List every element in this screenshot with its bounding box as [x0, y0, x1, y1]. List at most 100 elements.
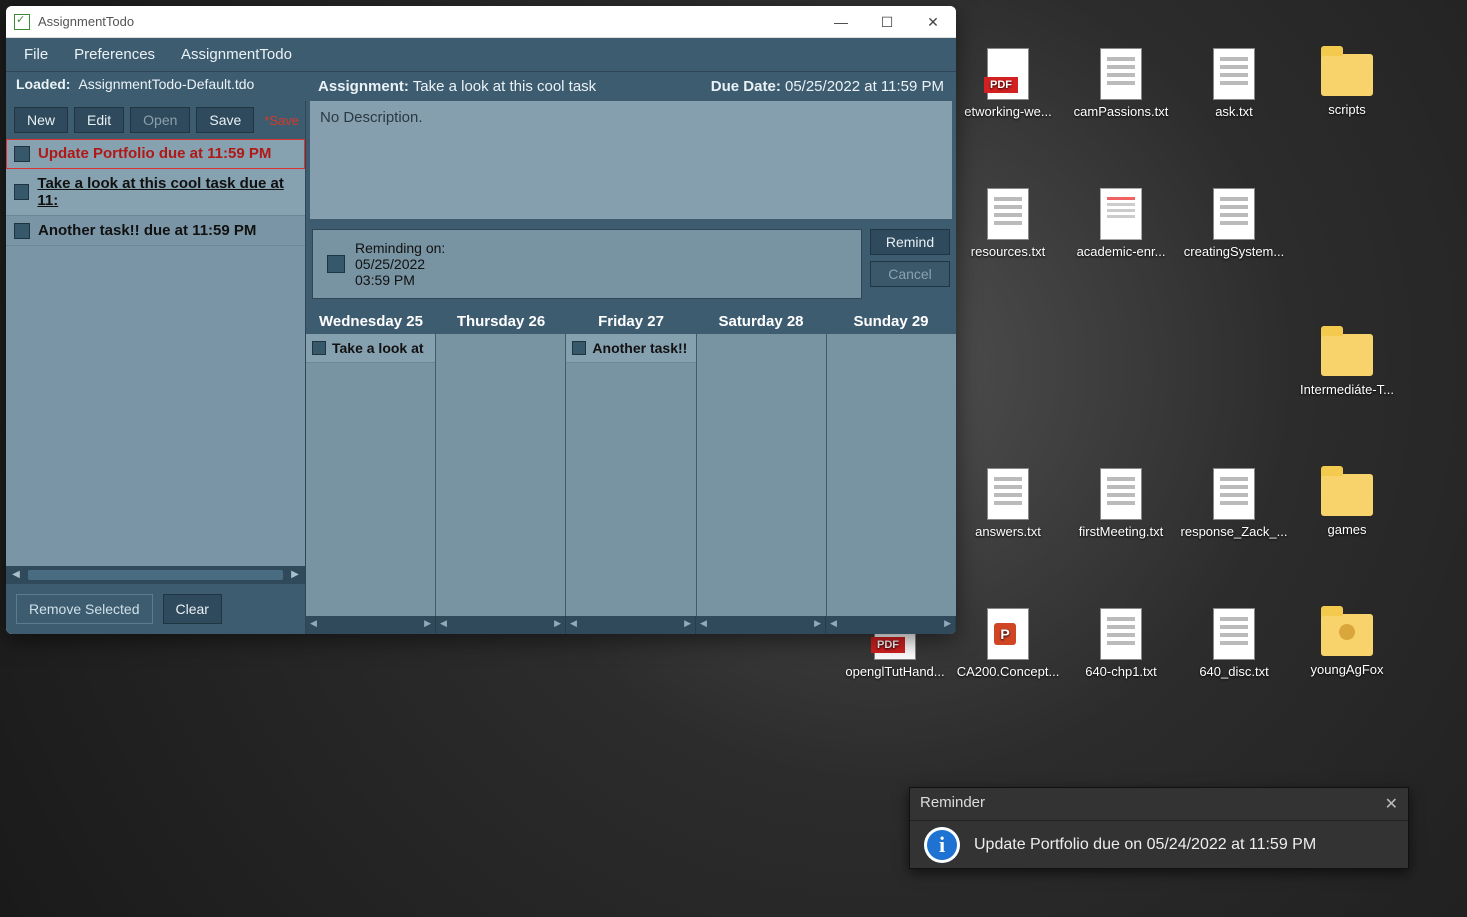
description-box[interactable]: No Description. — [310, 101, 952, 219]
reminder-toast[interactable]: Reminder ✕ Update Portfolio due on 05/24… — [909, 787, 1409, 869]
desktop-icon[interactable]: Intermediáte-T... — [1292, 328, 1402, 397]
loaded-bar: Loaded: AssignmentTodo-Default.tdo — [6, 72, 306, 96]
minimize-button[interactable]: — — [818, 6, 864, 38]
cancel-reminder-button[interactable]: Cancel — [870, 261, 950, 287]
task-label: Take a look at this cool task due at 11: — [37, 175, 297, 209]
toast-close-button[interactable]: ✕ — [1385, 794, 1398, 814]
day-header: Friday 27 — [566, 309, 696, 334]
new-button[interactable]: New — [14, 107, 68, 133]
titlebar: AssignmentTodo — ☐ ✕ — [6, 6, 956, 38]
desktop-icon[interactable]: ask.txt — [1179, 48, 1289, 119]
menu-about[interactable]: AssignmentTodo — [181, 46, 292, 63]
desktop-icon[interactable]: creatingSystem... — [1179, 188, 1289, 259]
menu-preferences[interactable]: Preferences — [74, 46, 155, 63]
app-icon — [14, 14, 30, 30]
reminder-line2: 05/25/2022 — [355, 256, 445, 272]
task-item[interactable]: Update Portfolio due at 11:59 PM — [6, 139, 305, 169]
desktop-icon-label: camPassions.txt — [1066, 104, 1176, 119]
window-title: AssignmentTodo — [38, 14, 134, 29]
task-checkbox[interactable] — [14, 146, 30, 162]
open-button[interactable]: Open — [130, 107, 190, 133]
desktop-icon-label: response_Zack_... — [1179, 524, 1289, 539]
close-button[interactable]: ✕ — [910, 6, 956, 38]
desktop-icon-label: creatingSystem... — [1179, 244, 1289, 259]
desktop-icon[interactable]: scripts — [1292, 48, 1402, 117]
day-header: Thursday 26 — [436, 309, 566, 334]
txt-icon — [1100, 608, 1142, 660]
desktop-icon-label: scripts — [1292, 102, 1402, 117]
due-date-label: Due Date: — [711, 78, 781, 95]
day-column[interactable] — [436, 334, 566, 616]
desktop-icon-label: etworking-we... — [953, 104, 1063, 119]
desktop-icon-label: CA200.Concept... — [953, 664, 1063, 679]
desktop-icon-label: ask.txt — [1179, 104, 1289, 119]
desktop-icon[interactable]: youngAgFox — [1292, 608, 1402, 677]
task-checkbox[interactable] — [14, 223, 30, 239]
right-panel: No Description. Reminding on: 05/25/2022… — [306, 101, 956, 634]
day-scrollbar[interactable] — [306, 616, 436, 634]
day-column[interactable]: Another task!! — [566, 334, 696, 616]
event-checkbox[interactable] — [572, 341, 586, 355]
desktop-icon[interactable]: answers.txt — [953, 468, 1063, 539]
txt-icon — [1213, 468, 1255, 520]
desktop-icon[interactable]: 640_disc.txt — [1179, 608, 1289, 679]
task-list-scrollbar[interactable]: ◀ ▶ — [6, 566, 305, 584]
desktop-icon[interactable]: games — [1292, 468, 1402, 537]
desktop-icon[interactable]: camPassions.txt — [1066, 48, 1176, 119]
day-scrollbar[interactable] — [566, 616, 696, 634]
reminder-box[interactable]: Reminding on: 05/25/2022 03:59 PM — [312, 229, 862, 299]
loaded-file: AssignmentTodo-Default.tdo — [78, 76, 254, 92]
txt-icon — [1100, 468, 1142, 520]
scroll-left-icon[interactable]: ◀ — [10, 569, 22, 581]
desktop-icon[interactable]: CA200.Concept... — [953, 608, 1063, 679]
day-scrollbar[interactable] — [436, 616, 566, 634]
task-item[interactable]: Another task!! due at 11:59 PM — [6, 216, 305, 246]
desktop-icon-label: answers.txt — [953, 524, 1063, 539]
task-item[interactable]: Take a look at this cool task due at 11: — [6, 169, 305, 216]
event-checkbox[interactable] — [312, 341, 326, 355]
remind-button[interactable]: Remind — [870, 229, 950, 255]
calendar-header: Wednesday 25Thursday 26Friday 27Saturday… — [306, 309, 956, 334]
reminder-buttons: Remind Cancel — [870, 229, 950, 299]
calendar-event[interactable]: Take a look at — [306, 334, 435, 363]
desktop-icon[interactable]: 640-chp1.txt — [1066, 608, 1176, 679]
calendar-body: Take a look at Another task!! — [306, 334, 956, 616]
day-column[interactable] — [697, 334, 827, 616]
txt-icon — [1213, 188, 1255, 240]
day-scrollbar[interactable] — [826, 616, 956, 634]
calendar-event[interactable]: Another task!! — [566, 334, 695, 363]
desktop-icon-label: 640-chp1.txt — [1066, 664, 1176, 679]
day-column[interactable]: Take a look at — [306, 334, 436, 616]
menu-file[interactable]: File — [24, 46, 48, 63]
clear-button[interactable]: Clear — [163, 594, 222, 624]
desktop-icon-label: resources.txt — [953, 244, 1063, 259]
edit-button[interactable]: Edit — [74, 107, 124, 133]
desktop-icon[interactable]: firstMeeting.txt — [1066, 468, 1176, 539]
desktop-icon-label: games — [1292, 522, 1402, 537]
desktop-icon[interactable]: resources.txt — [953, 188, 1063, 259]
desktop-icon-label: firstMeeting.txt — [1066, 524, 1176, 539]
desktop-icon[interactable]: response_Zack_... — [1179, 468, 1289, 539]
reminder-checkbox[interactable] — [327, 255, 345, 273]
doc-icon — [1100, 188, 1142, 240]
due-date-value: 05/25/2022 at 11:59 PM — [785, 78, 944, 95]
event-label: Another task!! — [592, 340, 687, 356]
day-scrollbar[interactable] — [696, 616, 826, 634]
pptx-icon — [987, 608, 1029, 660]
desktop-icon[interactable]: etworking-we... — [953, 48, 1063, 119]
day-header: Saturday 28 — [696, 309, 826, 334]
day-header: Wednesday 25 — [306, 309, 436, 334]
remove-selected-button[interactable]: Remove Selected — [16, 594, 153, 624]
day-column[interactable] — [827, 334, 956, 616]
save-button[interactable]: Save — [196, 107, 254, 133]
scroll-thumb[interactable] — [28, 570, 283, 580]
task-checkbox[interactable] — [14, 184, 29, 200]
txt-icon — [1100, 48, 1142, 100]
content: New Edit Open Save *Save Update Portfoli… — [6, 101, 956, 634]
task-list[interactable]: Update Portfolio due at 11:59 PM Take a l… — [6, 139, 305, 566]
desktop-icon-label: 640_disc.txt — [1179, 664, 1289, 679]
maximize-button[interactable]: ☐ — [864, 6, 910, 38]
desktop-icon[interactable]: academic-enr... — [1066, 188, 1176, 259]
scroll-right-icon[interactable]: ▶ — [289, 569, 301, 581]
desktop-icon-label: academic-enr... — [1066, 244, 1176, 259]
